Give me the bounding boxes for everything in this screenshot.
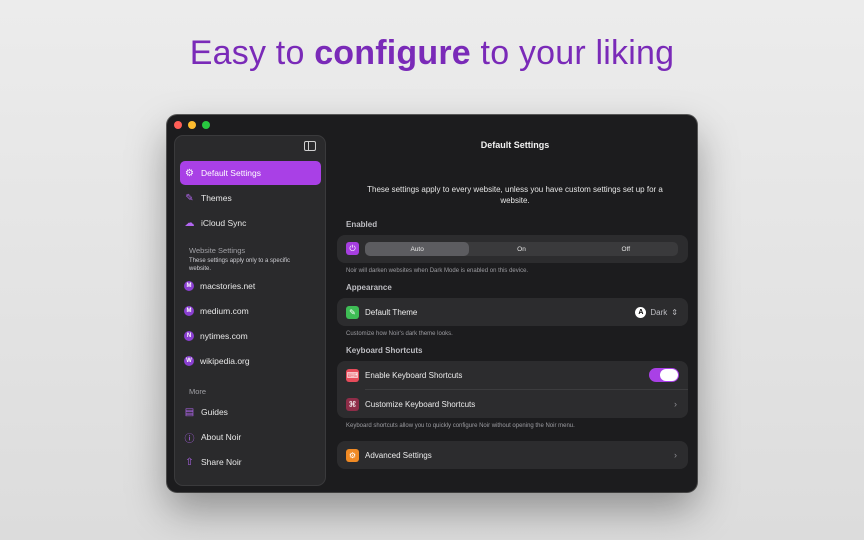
advanced-settings-row[interactable]: ⚙ Advanced Settings › xyxy=(337,441,688,469)
sidebar-item-label: Guides xyxy=(201,407,228,417)
headline-prefix: Easy to xyxy=(189,34,315,72)
more-heading: More xyxy=(189,387,207,396)
headline-bold: configure xyxy=(314,34,471,72)
main-content: Default Settings These settings apply to… xyxy=(333,115,697,492)
page-title: Default Settings xyxy=(480,140,550,150)
enable-shortcuts-toggle[interactable] xyxy=(649,368,679,382)
sidebar-item-site[interactable]: W wikipedia.org xyxy=(180,349,321,373)
share-icon: ⇧ xyxy=(185,456,194,468)
theme-selector[interactable]: A Dark ⇕ xyxy=(635,306,678,318)
customize-shortcuts-label: Customize Keyboard Shortcuts xyxy=(365,399,476,409)
keyboard-icon: ⌨ xyxy=(346,368,359,382)
keyboard-footnote: Keyboard shortcuts allow you to quickly … xyxy=(346,423,575,429)
intro-text: These settings apply to every website, u… xyxy=(367,185,663,205)
close-button[interactable] xyxy=(174,121,182,129)
enable-shortcuts-label: Enable Keyboard Shortcuts xyxy=(365,370,463,380)
brush-icon: ✎ xyxy=(346,305,359,319)
advanced-card: ⚙ Advanced Settings › xyxy=(337,441,688,469)
headline-suffix: to your liking xyxy=(470,34,675,72)
sidebar-item-label: About Noir xyxy=(201,432,242,442)
sidebar-item-share-noir[interactable]: ⇧ Share Noir xyxy=(180,450,321,474)
sidebar-item-icloud-sync[interactable]: ☁ iCloud Sync xyxy=(180,211,321,235)
website-settings-subtitle: These settings apply only to a specific … xyxy=(189,258,291,272)
site-icon: M xyxy=(184,281,194,291)
website-settings-heading: Website Settings xyxy=(189,246,246,255)
site-icon: M xyxy=(184,306,194,316)
sidebar-item-site[interactable]: M macstories.net xyxy=(180,274,321,298)
keyboard-heading: Keyboard Shortcuts xyxy=(346,346,423,355)
advanced-settings-label: Advanced Settings xyxy=(365,450,432,460)
zoom-button[interactable] xyxy=(202,121,210,129)
sidebar-item-label: medium.com xyxy=(200,306,249,316)
sidebar-item-label: nytimes.com xyxy=(200,331,248,341)
app-window: ⚙ Default Settings ✎ Themes ☁ iCloud Syn… xyxy=(167,115,697,492)
enable-shortcuts-row: ⌨ Enable Keyboard Shortcuts xyxy=(337,361,688,389)
headline: Easy to configure to your liking xyxy=(0,34,864,73)
default-theme-label: Default Theme xyxy=(365,307,418,317)
sidebar-toggle-icon[interactable] xyxy=(304,141,316,151)
window-controls xyxy=(174,121,210,129)
enabled-heading: Enabled xyxy=(346,220,378,229)
enabled-card: ⏻ Auto On Off xyxy=(337,235,688,263)
appearance-card: ✎ Default Theme A Dark ⇕ xyxy=(337,298,688,326)
customize-shortcuts-row[interactable]: ⌘ Customize Keyboard Shortcuts › xyxy=(337,390,688,418)
sidebar-item-guides[interactable]: ▤ Guides xyxy=(180,400,321,424)
updown-chevron-icon: ⇕ xyxy=(671,307,678,317)
enabled-segmented-control: Auto On Off xyxy=(365,242,678,256)
sidebar: ⚙ Default Settings ✎ Themes ☁ iCloud Syn… xyxy=(174,135,326,486)
power-icon: ⏻ xyxy=(346,242,359,255)
sidebar-item-site[interactable]: M medium.com xyxy=(180,299,321,323)
appearance-heading: Appearance xyxy=(346,283,392,292)
sidebar-item-themes[interactable]: ✎ Themes xyxy=(180,186,321,210)
toggle-knob xyxy=(660,369,678,381)
site-icon: W xyxy=(184,356,194,366)
gears-icon: ⚙ xyxy=(346,448,359,462)
sidebar-item-label: wikipedia.org xyxy=(200,356,250,366)
sidebar-item-label: Share Noir xyxy=(201,457,242,467)
segment-auto[interactable]: Auto xyxy=(365,242,470,256)
theme-value: Dark xyxy=(650,307,668,317)
segment-on[interactable]: On xyxy=(469,242,573,256)
chevron-right-icon: › xyxy=(674,399,677,409)
sidebar-item-default-settings[interactable]: ⚙ Default Settings xyxy=(180,161,321,185)
sidebar-item-label: iCloud Sync xyxy=(201,218,247,228)
sidebar-item-label: macstories.net xyxy=(200,281,256,291)
default-theme-row[interactable]: ✎ Default Theme A Dark ⇕ xyxy=(337,298,688,326)
keyboard-card: ⌨ Enable Keyboard Shortcuts ⌘ Customize … xyxy=(337,361,688,418)
sidebar-item-label: Themes xyxy=(201,193,232,203)
chevron-right-icon: › xyxy=(674,450,677,460)
book-icon: ▤ xyxy=(184,406,195,418)
appearance-footnote: Customize how Noir's dark theme looks. xyxy=(346,331,453,337)
theme-badge-icon: A xyxy=(635,306,647,318)
command-icon: ⌘ xyxy=(346,397,359,411)
cloud-icon: ☁ xyxy=(184,217,195,229)
paintbrush-icon: ✎ xyxy=(185,192,194,204)
info-icon: ⓘ xyxy=(184,433,195,445)
segment-off[interactable]: Off xyxy=(574,242,678,256)
gear-icon: ⚙ xyxy=(185,167,194,179)
minimize-button[interactable] xyxy=(188,121,196,129)
sidebar-item-site[interactable]: N nytimes.com xyxy=(180,324,321,348)
sidebar-item-label: Default Settings xyxy=(201,168,262,178)
enabled-footnote: Noir will darken websites when Dark Mode… xyxy=(346,268,529,274)
sidebar-item-about-noir[interactable]: ⓘ About Noir xyxy=(180,425,321,449)
site-icon: N xyxy=(184,331,194,341)
